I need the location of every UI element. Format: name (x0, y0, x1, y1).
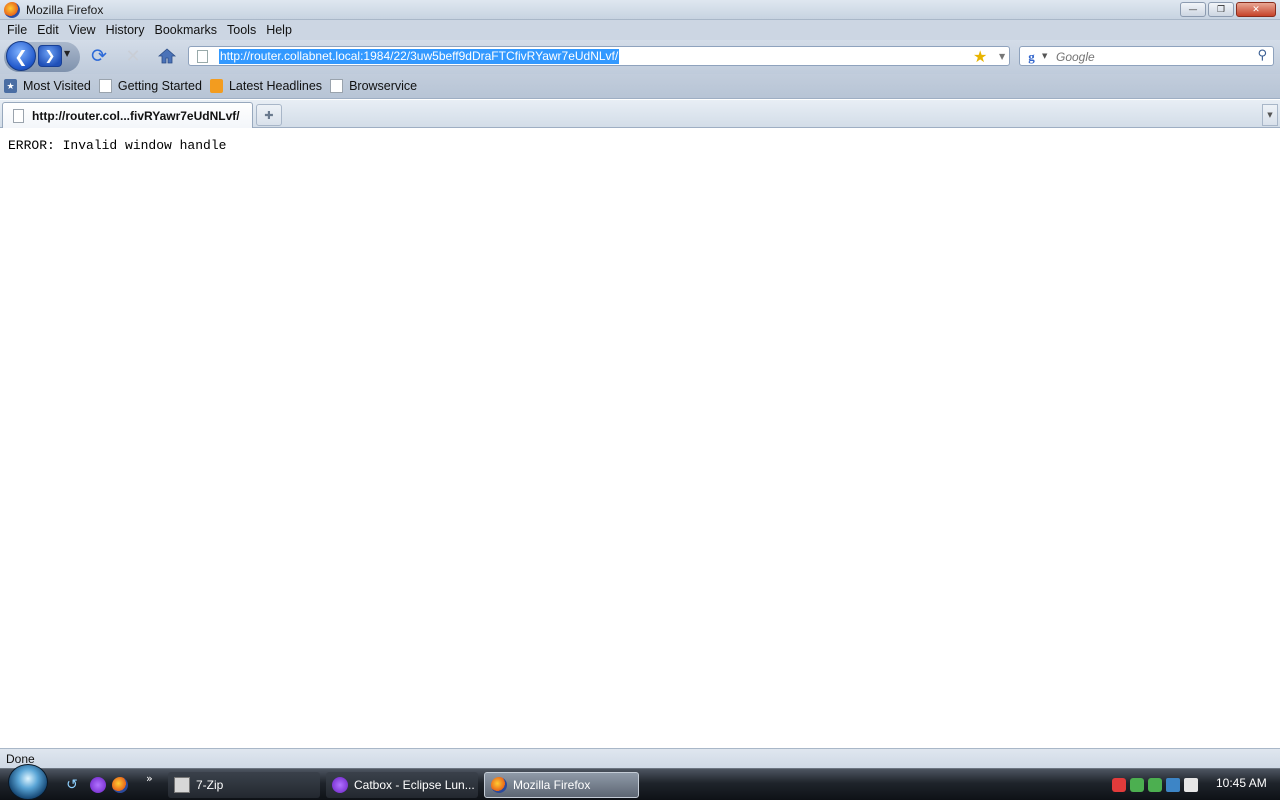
quicklaunch-more-button[interactable]: » (146, 772, 153, 785)
google-icon[interactable]: g (1024, 49, 1039, 64)
search-engine-dropdown-icon[interactable]: ▼ (1042, 52, 1047, 60)
close-button[interactable]: ✕ (1236, 2, 1276, 17)
bookmark-most-visited[interactable]: ★ Most Visited (4, 79, 91, 93)
back-icon: ❮ (14, 46, 28, 66)
bookmark-getting-started[interactable]: Getting Started (98, 79, 202, 93)
page-icon (98, 79, 112, 93)
archive-icon (174, 777, 190, 793)
windows-start-icon[interactable] (8, 764, 48, 800)
search-icon[interactable]: ⚲ (1257, 48, 1267, 63)
bookmark-label: Most Visited (23, 79, 91, 93)
menu-edit[interactable]: Edit (32, 23, 64, 37)
firefox-icon (491, 777, 507, 793)
bookmark-label: Browservice (349, 79, 418, 93)
eclipse-quicklaunch-icon[interactable] (90, 777, 106, 793)
history-dropdown-icon[interactable]: ▼ (64, 49, 70, 58)
tab-bar: http://router.col...fivRYawr7eUdNLvf/ ✚ … (0, 100, 1280, 128)
update-icon[interactable] (1148, 778, 1162, 792)
clock[interactable]: 10:45 AM (1216, 776, 1267, 790)
menu-view[interactable]: View (64, 23, 101, 37)
bookmark-label: Getting Started (117, 79, 202, 93)
bookmark-latest-headlines[interactable]: Latest Headlines (209, 79, 323, 93)
volume-icon[interactable] (1184, 778, 1198, 792)
tab-active[interactable]: http://router.col...fivRYawr7eUdNLvf/ (2, 102, 253, 128)
menu-bar: File Edit View History Bookmarks Tools H… (0, 20, 1280, 40)
menu-bookmarks[interactable]: Bookmarks (149, 23, 222, 37)
eclipse-icon (332, 777, 348, 793)
search-bar[interactable]: g ▼ ⚲ (1019, 46, 1274, 66)
status-bar: Done (0, 748, 1280, 768)
taskbar-item-firefox[interactable]: Mozilla Firefox (484, 772, 639, 798)
back-button[interactable]: ❮ (6, 41, 36, 71)
star-icon[interactable]: ★ (973, 47, 987, 66)
page-icon (330, 79, 344, 93)
firefox-icon (4, 1, 20, 18)
menu-history[interactable]: History (101, 23, 150, 37)
taskbar-item-7zip[interactable]: 7-Zip (168, 772, 320, 798)
taskbar-item-eclipse[interactable]: Catbox - Eclipse Lun... (326, 772, 478, 798)
show-desktop-icon[interactable]: ↺ (64, 777, 80, 793)
network-icon[interactable] (1166, 778, 1180, 792)
firefox-quicklaunch-icon[interactable] (112, 777, 128, 793)
url-dropdown-icon[interactable]: ▼ (999, 52, 1005, 61)
forward-icon: ❯ (44, 48, 56, 64)
maximize-button[interactable]: ❐ (1208, 2, 1234, 17)
forward-button[interactable]: ❯ (38, 45, 62, 67)
security-icon[interactable] (1112, 778, 1126, 792)
url-bar[interactable]: http://router.collabnet.local:1984/22/3u… (188, 46, 1010, 66)
minimize-button[interactable]: — (1180, 2, 1206, 17)
stop-icon: ✕ (125, 45, 141, 67)
search-input[interactable] (1056, 49, 1246, 64)
page-icon (13, 108, 24, 123)
reload-icon: ⟳ (91, 45, 107, 67)
stop-button[interactable]: ✕ (122, 45, 144, 67)
list-all-tabs-button[interactable]: ▼ (1262, 104, 1278, 126)
bookmark-browservice[interactable]: Browservice (330, 79, 417, 93)
window-controls: — ❐ ✕ (1180, 2, 1276, 17)
page-icon (197, 50, 208, 63)
bookmark-label: Latest Headlines (228, 79, 323, 93)
menu-tools[interactable]: Tools (222, 23, 261, 37)
reload-button[interactable]: ⟳ (88, 45, 110, 67)
most-visited-icon: ★ (4, 79, 17, 93)
page-content: ERROR: Invalid window handle (0, 129, 1280, 748)
home-icon (158, 48, 176, 64)
menu-help[interactable]: Help (261, 23, 297, 37)
error-message: ERROR: Invalid window handle (8, 138, 227, 153)
window-title: Mozilla Firefox (26, 2, 104, 17)
url-input[interactable]: http://router.collabnet.local:1984/22/3u… (219, 49, 620, 64)
task-label: Mozilla Firefox (513, 778, 591, 792)
system-tray (1112, 772, 1202, 798)
task-label: 7-Zip (196, 778, 224, 792)
tab-label: http://router.col...fivRYawr7eUdNLvf/ (32, 108, 240, 123)
rss-icon (209, 79, 223, 93)
bookmarks-toolbar: ★ Most Visited Getting Started Latest He… (0, 74, 1280, 99)
check-icon[interactable] (1130, 778, 1144, 792)
title-bar: Mozilla Firefox — ❐ ✕ (0, 0, 1280, 20)
new-tab-button[interactable]: ✚ (256, 104, 282, 126)
task-label: Catbox - Eclipse Lun... (354, 778, 475, 792)
menu-file[interactable]: File (2, 23, 32, 37)
home-button[interactable] (156, 45, 178, 67)
